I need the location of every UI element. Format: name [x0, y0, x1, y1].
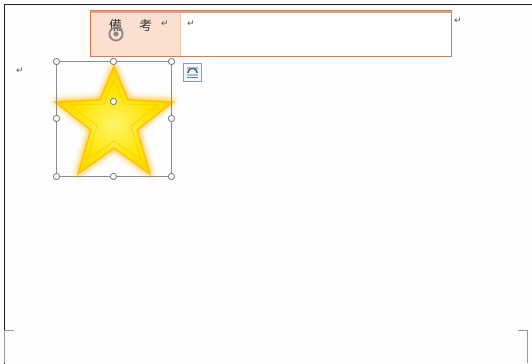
table-label-cell[interactable]: 備 考 ↵ [91, 13, 181, 56]
resize-handle-bottom-left[interactable] [53, 173, 60, 180]
row-end-mark: ↵ [454, 16, 462, 26]
resize-handle-left[interactable] [53, 115, 60, 122]
crop-mark-left [4, 330, 5, 363]
resize-handle-top-left[interactable] [53, 58, 60, 65]
rotate-handle-icon[interactable] [107, 25, 125, 43]
resize-handle-top-right[interactable] [168, 58, 175, 65]
adjustment-handle[interactable] [110, 98, 117, 105]
crop-mark-left-h [4, 330, 14, 331]
shape-selection-box[interactable] [56, 61, 172, 177]
resize-handle-top[interactable] [110, 58, 117, 65]
remarks-table[interactable]: 備 考 ↵ ↵ [90, 10, 452, 57]
cell-paragraph-mark: ↵ [187, 19, 195, 29]
resize-handle-bottom[interactable] [110, 173, 117, 180]
label-paragraph-mark: ↵ [161, 19, 169, 29]
crop-mark-right-h [518, 330, 528, 331]
crop-mark-right [527, 330, 528, 363]
resize-handle-bottom-right[interactable] [168, 173, 175, 180]
resize-handle-right[interactable] [168, 115, 175, 122]
body-paragraph-mark: ↵ [16, 66, 24, 76]
